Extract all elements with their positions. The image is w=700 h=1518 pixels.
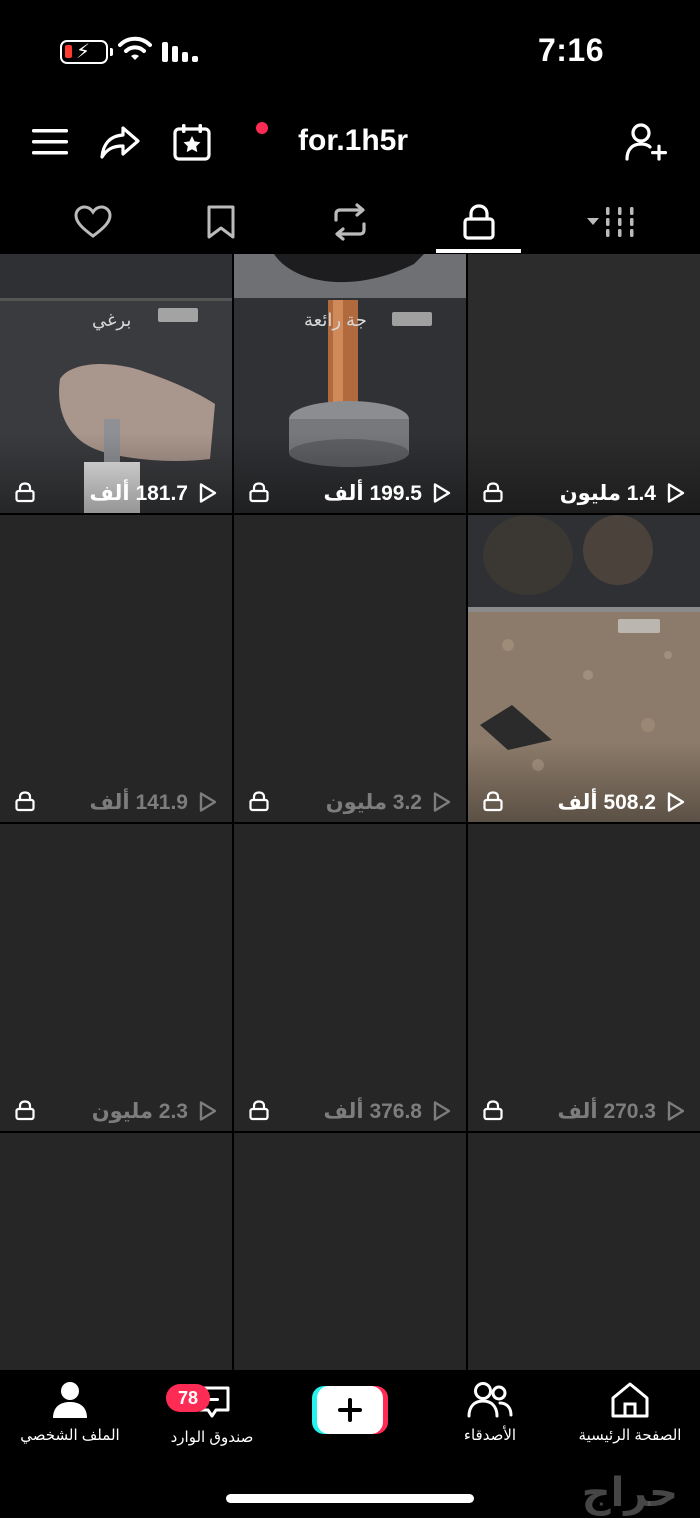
repost-icon: [334, 203, 366, 241]
play-icon: [667, 792, 685, 812]
video-tile[interactable]: [0, 1133, 232, 1370]
haraj-watermark: حراج: [581, 1471, 678, 1515]
view-count: 199.5 ألف: [324, 481, 453, 505]
play-icon: [199, 1101, 217, 1121]
tab-liked[interactable]: [50, 190, 136, 254]
calendar-button[interactable]: [170, 120, 214, 164]
video-tile[interactable]: جة رائعة 199.5 ألف: [234, 254, 466, 513]
nav-inbox[interactable]: صندوق الوارد 78: [142, 1380, 282, 1460]
video-tile[interactable]: 141.9 ألف: [0, 515, 232, 822]
video-caption: جة رائعة: [304, 310, 367, 330]
status-bar: ⚡ 7:16: [0, 0, 700, 100]
nav-friends[interactable]: الأصدقاء: [420, 1380, 560, 1460]
nav-inbox-label: صندوق الوارد: [170, 1429, 254, 1446]
play-icon: [199, 792, 217, 812]
video-tile[interactable]: 508.2 ألف: [468, 515, 700, 822]
profile-username[interactable]: for.1h5r: [298, 124, 408, 158]
private-lock-icon: [249, 1100, 269, 1121]
tab-reposts[interactable]: [307, 190, 393, 254]
wifi-icon: [118, 36, 152, 60]
tab-filter[interactable]: [566, 190, 652, 254]
play-icon: [667, 483, 685, 503]
private-lock-icon: [15, 791, 35, 812]
nav-profile[interactable]: الملف الشخصي: [0, 1380, 140, 1460]
plus-icon: [312, 1386, 388, 1434]
private-lock-icon: [483, 482, 503, 503]
cellular-signal-icon: [162, 42, 198, 62]
video-tile[interactable]: [234, 1133, 466, 1370]
tab-saved[interactable]: [178, 190, 264, 254]
video-tile[interactable]: 2.3 مليون: [0, 824, 232, 1131]
video-tile[interactable]: 1.4 مليون: [468, 254, 700, 513]
add-friend-button[interactable]: [624, 120, 668, 164]
video-tile[interactable]: [468, 1133, 700, 1370]
video-caption: برغي: [92, 310, 132, 330]
play-icon: [433, 792, 451, 812]
view-count: 2.3 مليون: [92, 1099, 218, 1123]
notification-dot: [256, 122, 268, 134]
menu-button[interactable]: [28, 120, 72, 164]
play-icon: [199, 483, 217, 503]
view-count: 1.4 مليون: [560, 481, 686, 505]
inbox-unread-badge: 78: [166, 1384, 210, 1412]
video-grid: برغي 181.7 ألف جة رائعة 199.5 ألف 1.4 مل…: [0, 254, 700, 1370]
create-video-button[interactable]: [312, 1384, 388, 1436]
hamburger-menu-icon: [32, 129, 68, 155]
view-count: 376.8 ألف: [324, 1099, 453, 1123]
friends-icon: [467, 1382, 513, 1418]
nav-profile-label: الملف الشخصي: [20, 1427, 120, 1444]
private-lock-icon: [249, 791, 269, 812]
private-lock-icon: [483, 1100, 503, 1121]
video-tile[interactable]: 376.8 ألف: [234, 824, 466, 1131]
private-lock-icon: [15, 482, 35, 503]
view-count: 270.3 ألف: [558, 1099, 687, 1123]
share-profile-button[interactable]: [98, 120, 142, 164]
profile-header: for.1h5r: [0, 100, 700, 190]
heart-icon: [74, 205, 112, 238]
add-user-icon: [625, 123, 667, 161]
lock-icon: [463, 204, 495, 240]
private-lock-icon: [249, 482, 269, 503]
video-tile[interactable]: 3.2 مليون: [234, 515, 466, 822]
play-icon: [433, 483, 451, 503]
private-lock-icon: [483, 791, 503, 812]
view-count: 181.7 ألف: [90, 481, 219, 505]
nav-friends-label: الأصدقاء: [463, 1427, 517, 1444]
home-indicator: [226, 1494, 474, 1503]
play-icon: [667, 1101, 685, 1121]
nav-home-label: الصفحة الرئيسية: [578, 1427, 682, 1444]
profile-tabs: [0, 190, 700, 254]
bookmark-icon: [207, 205, 235, 239]
active-tab-indicator: [436, 249, 521, 253]
private-lock-icon: [15, 1100, 35, 1121]
profile-person-icon: [53, 1382, 87, 1418]
play-icon: [433, 1101, 451, 1121]
share-arrow-icon: [100, 126, 140, 159]
clock: 7:16: [537, 32, 604, 68]
tab-private[interactable]: [436, 190, 522, 254]
nav-home[interactable]: الصفحة الرئيسية: [560, 1380, 700, 1460]
filter-dropdown-icon: [587, 207, 634, 237]
view-count: 508.2 ألف: [558, 790, 687, 814]
video-tile[interactable]: برغي 181.7 ألف: [0, 254, 232, 513]
battery-icon: ⚡: [60, 40, 113, 64]
view-count: 3.2 مليون: [326, 790, 452, 814]
home-icon: [611, 1382, 649, 1418]
video-tile[interactable]: 270.3 ألف: [468, 824, 700, 1131]
calendar-star-icon: [173, 124, 211, 161]
view-count: 141.9 ألف: [90, 790, 219, 814]
